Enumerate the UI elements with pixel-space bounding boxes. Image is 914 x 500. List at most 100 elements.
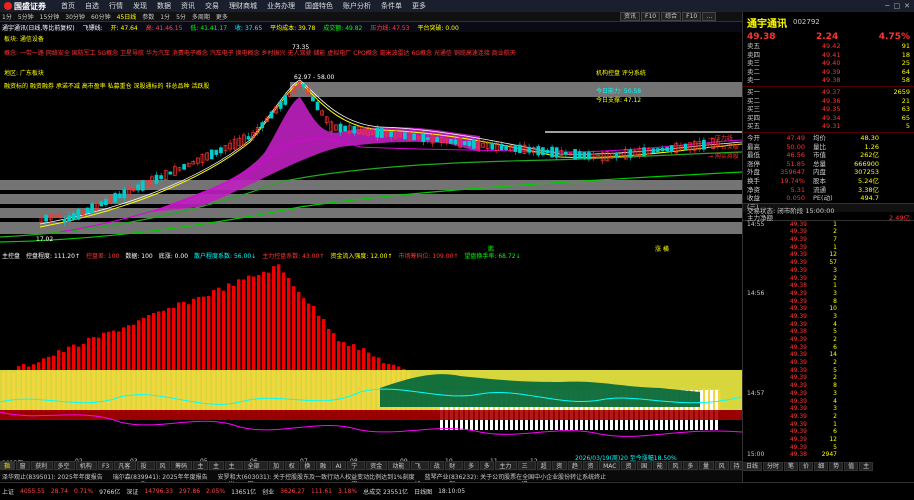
price-chart[interactable]: 板块: 通信设备 概念: 一带一路 网络安全 国防军工 5G概念 卫星导航 华为… [0, 32, 743, 248]
indicator-tab[interactable]: F3社 [98, 461, 114, 479]
ask-row[interactable]: 卖三 49.40 25 [743, 59, 914, 68]
bid-row[interactable]: 买三 49.35 63 [743, 105, 914, 114]
indicator-tab[interactable]: 主力量能 [495, 461, 517, 479]
indicator-tab[interactable]: 多空 [683, 461, 698, 479]
indicator-tab[interactable]: 获利分析 [31, 461, 53, 479]
tab-more[interactable]: … [702, 12, 717, 21]
indicator-tab[interactable]: 加仓 [269, 461, 284, 479]
indicator-tab[interactable]: 指标 [0, 461, 15, 479]
menu-item-account[interactable]: 账户分析 [340, 1, 374, 11]
quote-tab[interactable]: 细 [814, 462, 829, 471]
menu-item-watchlist[interactable]: 自选 [82, 1, 102, 11]
ask-row[interactable]: 卖二 49.39 64 [743, 68, 914, 77]
tab-f10[interactable]: F10 [641, 12, 661, 21]
period-30min[interactable]: 30分钟 [65, 12, 85, 21]
indicator-tab[interactable]: 全部全景图 [243, 461, 269, 488]
toolbar-5fen[interactable]: 5分 [176, 12, 186, 21]
indicator-tab[interactable]: 能量 [652, 461, 668, 479]
indicator-tab[interactable]: 多空 [464, 461, 479, 479]
minimize-icon[interactable]: ─ [885, 2, 889, 10]
bid-row[interactable]: 买一 49.37 2659 [743, 88, 914, 97]
period-15min[interactable]: 15分钟 [40, 12, 60, 21]
toolbar-1fen[interactable]: 1分 [160, 12, 170, 21]
news-item-2[interactable]: 瑞尔森(839941): 2025年年度报告 [113, 472, 208, 481]
indicator-tab[interactable]: 战神 [429, 461, 445, 479]
ask-row[interactable]: 卖五 49.42 91 [743, 42, 914, 51]
indicator-tab[interactable]: MAC [599, 461, 621, 470]
indicator-tab[interactable]: 多空 [479, 461, 495, 479]
indicator-tab[interactable]: 量化 [698, 461, 714, 479]
indicator-tab[interactable]: 权益 [284, 461, 300, 479]
bid-row[interactable]: 买二 49.36 21 [743, 97, 914, 106]
indicator-tab[interactable]: 飞镖线 [410, 461, 429, 488]
tab-overview[interactable]: 综合 [661, 12, 682, 21]
maximize-icon[interactable]: □ [894, 2, 901, 10]
indicator-tab[interactable]: 趋势 [567, 461, 583, 479]
indicator-tab[interactable]: 风 [714, 461, 729, 470]
indicator-tab[interactable]: 宁波银 [347, 461, 366, 488]
tick-row: 49.39 2 [743, 228, 914, 236]
indicator-tab[interactable]: 资金 [621, 461, 637, 479]
indicator-tab[interactable]: 资金 [583, 461, 599, 479]
indicator-tab[interactable]: 主买 [193, 461, 209, 479]
news-item-1[interactable]: 泽华观止(839501): 2025年年度报告 [2, 472, 103, 481]
quote-tab[interactable]: 笔 [784, 462, 799, 471]
menu-item-business[interactable]: 业务办理 [264, 1, 298, 11]
indicator-tab[interactable]: 资金流向 [366, 461, 388, 479]
indicator-tab[interactable]: 筹码分布 [171, 461, 193, 479]
period-5min[interactable]: 5分钟 [18, 12, 34, 21]
bid-row[interactable]: 买四 49.34 65 [743, 114, 914, 123]
indicator-tab[interactable]: 主买出 [224, 461, 243, 488]
indicator-tab[interactable]: 风险 [155, 461, 171, 479]
indicator-tab[interactable]: 风 [668, 461, 683, 470]
menu-item-home[interactable]: 首页 [58, 1, 78, 11]
indicator-tab[interactable]: 资金 [552, 461, 567, 479]
period-60min[interactable]: 60分钟 [91, 12, 111, 21]
bid-row[interactable]: 买五 49.31 5 [743, 122, 914, 131]
menu-item-more[interactable]: 更多 [409, 1, 429, 11]
toolbar-multi[interactable]: 多周期 [192, 12, 210, 21]
menu-item-data[interactable]: 数据 [154, 1, 174, 11]
menu-item-wealth[interactable]: 理财商城 [226, 1, 260, 11]
indicator-tab[interactable]: 换手 [300, 461, 316, 479]
menu-item-special[interactable]: 国盛特色 [302, 1, 336, 11]
period-1min[interactable]: 1分 [2, 12, 12, 21]
tab-f10-2[interactable]: F10 [682, 12, 702, 21]
indicator-tab[interactable]: 动能二号 [388, 461, 410, 479]
ask-row[interactable]: 卖四 49.41 18 [743, 51, 914, 60]
menu-item-trade[interactable]: 交易 [202, 1, 222, 11]
indicator-tab[interactable]: 多空分析 [53, 461, 75, 479]
indicator-tab[interactable]: 三元聚 [517, 461, 536, 488]
indicator-name[interactable]: 主控盘 [2, 251, 20, 260]
indicator-chart[interactable] [0, 262, 743, 458]
news-item-4[interactable]: 蓝琴产业(836232): 关于公司股票在全国中小企业股份转让系统终止 [425, 472, 607, 481]
indicator-tab[interactable]: 超扫 [536, 461, 552, 479]
quote-tab[interactable]: 日线 [742, 462, 763, 471]
quote-tab[interactable]: 价 [799, 462, 814, 471]
close-icon[interactable]: ✕ [904, 2, 910, 10]
quote-tab[interactable]: 势 [829, 462, 844, 471]
indicator-tab[interactable]: 凡客权限 [114, 461, 136, 479]
toolbar-params[interactable]: 参数 [142, 12, 154, 21]
period-day[interactable]: 45日线 [117, 12, 137, 21]
indicator-tab[interactable]: 窗口 [15, 461, 31, 479]
quote-tab[interactable]: 分时 [763, 462, 784, 471]
indicator-tab[interactable]: 融资 [316, 461, 331, 479]
news-item-3[interactable]: 安罗和大(603031): 关于控股股东及一致行动人权益变动比例达到1%刻度 [218, 472, 415, 481]
indicator-tab[interactable]: 主卖 [209, 461, 224, 479]
menu-item-news[interactable]: 资讯 [178, 1, 198, 11]
menu-item-condition[interactable]: 条件单 [378, 1, 405, 11]
tab-news[interactable]: 资讯 [620, 12, 641, 21]
ask-row[interactable]: 卖一 49.38 58 [743, 76, 914, 85]
quote-tab[interactable]: 值 [844, 462, 859, 471]
quote-tab[interactable]: 主 [859, 462, 874, 471]
menu-item-discover[interactable]: 发现 [130, 1, 150, 11]
tick-list[interactable]: 14:55 49.39 1 49.39 2 49.39 7 49.39 1 49.39 12 49.3… [743, 221, 914, 459]
indicator-tab[interactable]: 国信 [637, 461, 652, 479]
indicator-tab[interactable]: 财神到 [445, 461, 464, 488]
toolbar-more[interactable]: 更多 [216, 12, 228, 21]
indicator-tab[interactable]: 机构持仓 [75, 461, 97, 479]
menu-item-market[interactable]: 行情 [106, 1, 126, 11]
indicator-tab[interactable]: AI选 [331, 461, 347, 479]
indicator-tab[interactable]: 投资乐 [136, 461, 155, 488]
